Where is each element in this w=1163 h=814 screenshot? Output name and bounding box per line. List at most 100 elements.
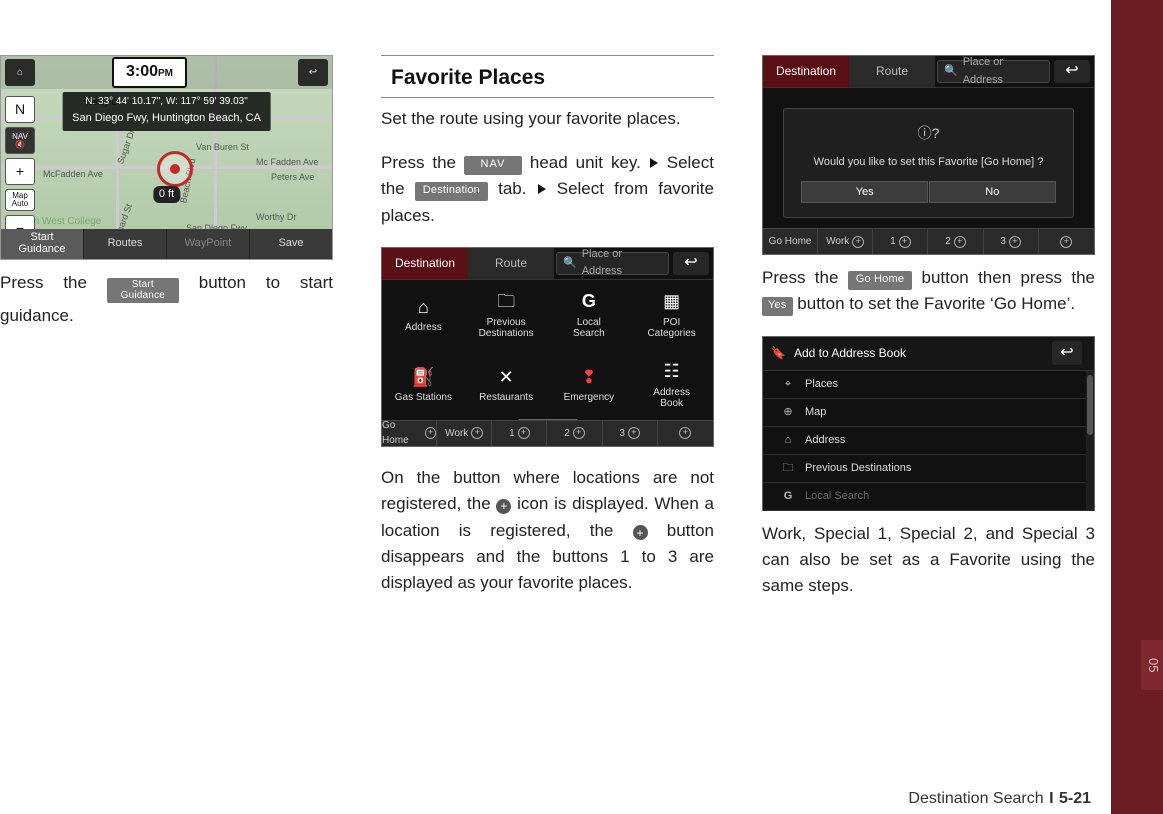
gps-address: San Diego Fwy, Huntington Beach, CA <box>72 110 261 127</box>
label: 3 <box>619 426 625 442</box>
addr-row-map[interactable]: ⊕Map <box>763 399 1094 427</box>
fav-work[interactable]: Work+ <box>437 421 492 446</box>
fav-3[interactable]: 3+ <box>603 421 658 446</box>
plus-icon: + <box>628 427 640 439</box>
plus-icon: + <box>1009 236 1021 248</box>
folder-icon: 🗀 <box>493 291 519 313</box>
plus-icon: + <box>496 499 511 514</box>
map-destination-pin <box>157 151 193 187</box>
fav-go-home[interactable]: Go Home <box>763 229 818 254</box>
fav-next[interactable]: + <box>658 421 713 446</box>
search-icon: 🔍 <box>563 255 577 272</box>
text: Press the <box>762 268 848 287</box>
fav-1[interactable]: 1+ <box>873 229 928 254</box>
dest-top-bar: Destination Route 🔍 Place or Address ↩ <box>763 56 1094 88</box>
waypoint-button[interactable]: WayPoint <box>167 229 249 259</box>
col2-paragraph-2: On the button where locations are not re… <box>381 465 714 597</box>
fav-go-home[interactable]: Go Home+ <box>382 421 437 446</box>
nav-mode-button[interactable]: NAV🔇 <box>5 127 35 154</box>
footer-sep: I <box>1049 790 1053 807</box>
plus-icon: + <box>852 236 864 248</box>
text: Press the <box>381 153 464 172</box>
fork-knife-icon: ✕ <box>493 366 519 388</box>
screenshot-confirm: Destination Route 🔍 Place or Address ↩ ⌂… <box>762 55 1095 255</box>
text: head unit key. <box>530 153 649 172</box>
grid-local-search[interactable]: GLocalSearch <box>548 280 631 350</box>
tab-destination[interactable]: Destination <box>763 56 849 87</box>
back-icon[interactable]: ↩ <box>1052 341 1082 365</box>
title-text: Add to Address Book <box>794 344 906 363</box>
back-icon[interactable]: ↩ <box>298 59 328 86</box>
confirm-yes-button[interactable]: Yes <box>801 181 928 203</box>
search-icon: 🔍 <box>944 63 958 80</box>
plus-icon: + <box>679 427 691 439</box>
label: Map <box>805 404 826 421</box>
place-search-input[interactable]: 🔍 Place or Address <box>556 252 669 275</box>
label: 1 <box>890 234 896 250</box>
confirm-message: Would you like to set this Favorite [Go … <box>814 154 1044 171</box>
label: 2 <box>945 234 951 250</box>
addr-row-local-search[interactable]: GLocal Search <box>763 483 1094 511</box>
destination-inline-button: Destination <box>415 182 488 201</box>
scrollbar[interactable] <box>1086 371 1094 510</box>
addr-title-bar: 🔖Add to Address Book ↩ <box>763 337 1094 371</box>
addr-row-prev[interactable]: 🗀Previous Destinations <box>763 455 1094 483</box>
label: Previous Destinations <box>805 460 911 477</box>
clock-ampm: PM <box>158 68 173 79</box>
tab-route[interactable]: Route <box>468 248 554 279</box>
label: Address <box>805 432 845 449</box>
save-button[interactable]: Save <box>250 229 332 259</box>
tab-destination[interactable]: Destination <box>382 248 468 279</box>
fav-2[interactable]: 2+ <box>547 421 602 446</box>
destination-grid: ⌂Address 🗀 PreviousDestinations GLocalSea… <box>382 280 713 420</box>
plus-icon: + <box>518 427 530 439</box>
label: 3 <box>1000 234 1006 250</box>
fav-work[interactable]: Work+ <box>818 229 873 254</box>
tab-route[interactable]: Route <box>849 56 935 87</box>
plus-icon: + <box>425 427 436 439</box>
emergency-icon: ❢ <box>576 366 602 388</box>
plus-icon: + <box>633 525 648 540</box>
map-bottom-bar: StartGuidance Routes WayPoint Save <box>1 229 332 259</box>
label: Places <box>805 376 838 393</box>
home-icon[interactable]: ⌂ <box>5 59 35 86</box>
start-guidance-button[interactable]: StartGuidance <box>1 229 83 259</box>
grid-address[interactable]: ⌂Address <box>382 280 465 350</box>
fav-1[interactable]: 1+ <box>492 421 547 446</box>
col3-paragraph-2: Work, Special 1, Special 2, and Special … <box>762 521 1095 600</box>
confirm-no-button[interactable]: No <box>929 181 1056 203</box>
text: button to set the Favorite ‘Go Home’. <box>797 294 1075 313</box>
gps-coords: N: 33° 44' 10.17", W: 117° 59' 39.03" <box>72 94 261 110</box>
routes-button[interactable]: Routes <box>84 229 166 259</box>
chapter-tab-05[interactable]: 05 <box>1141 640 1163 690</box>
favorites-bar: Go Home Work+ 1+ 2+ 3+ + <box>763 228 1094 254</box>
grid-emergency[interactable]: ❢Emergency <box>548 350 631 420</box>
label: PreviousDestinations <box>479 317 534 339</box>
back-icon[interactable]: ↩ <box>1054 60 1090 83</box>
clock-time: 3:00 <box>126 63 158 80</box>
north-up-button[interactable]: N <box>5 96 35 123</box>
map-auto-button[interactable]: MapAuto <box>5 189 35 211</box>
grid-previous-dest[interactable]: 🗀 PreviousDestinations <box>465 280 548 350</box>
side-thumb-strip: 05 <box>1111 0 1163 814</box>
footer-page: 5-21 <box>1059 790 1091 807</box>
col2-intro: Set the route using your favorite places… <box>381 106 714 132</box>
grid-gas[interactable]: ⛽Gas Stations <box>382 350 465 420</box>
fav-2[interactable]: 2+ <box>928 229 983 254</box>
grid-address-book[interactable]: ☷AddressBook <box>630 350 713 420</box>
grid-poi[interactable]: ▦POICategories <box>630 280 713 350</box>
fav-next[interactable]: + <box>1039 229 1094 254</box>
zoom-in-button[interactable]: + <box>5 158 35 185</box>
fav-3[interactable]: 3+ <box>984 229 1039 254</box>
addr-row-address[interactable]: ⌂Address <box>763 427 1094 455</box>
grid-restaurants[interactable]: ✕Restaurants <box>465 350 548 420</box>
text: Press the <box>0 273 107 292</box>
screenshot-add-address-book: 🔖Add to Address Book ↩ ⌖Places ⊕Map ⌂Add… <box>762 336 1095 511</box>
map-clock: 3:00PM <box>112 57 187 88</box>
place-search-input[interactable]: 🔍 Place or Address <box>937 60 1050 83</box>
text: Guidance <box>121 291 165 302</box>
label: Go Home <box>769 234 812 250</box>
back-icon[interactable]: ↩ <box>673 252 709 275</box>
addr-row-places[interactable]: ⌖Places <box>763 371 1094 399</box>
footer-section: Destination Search <box>908 790 1043 807</box>
